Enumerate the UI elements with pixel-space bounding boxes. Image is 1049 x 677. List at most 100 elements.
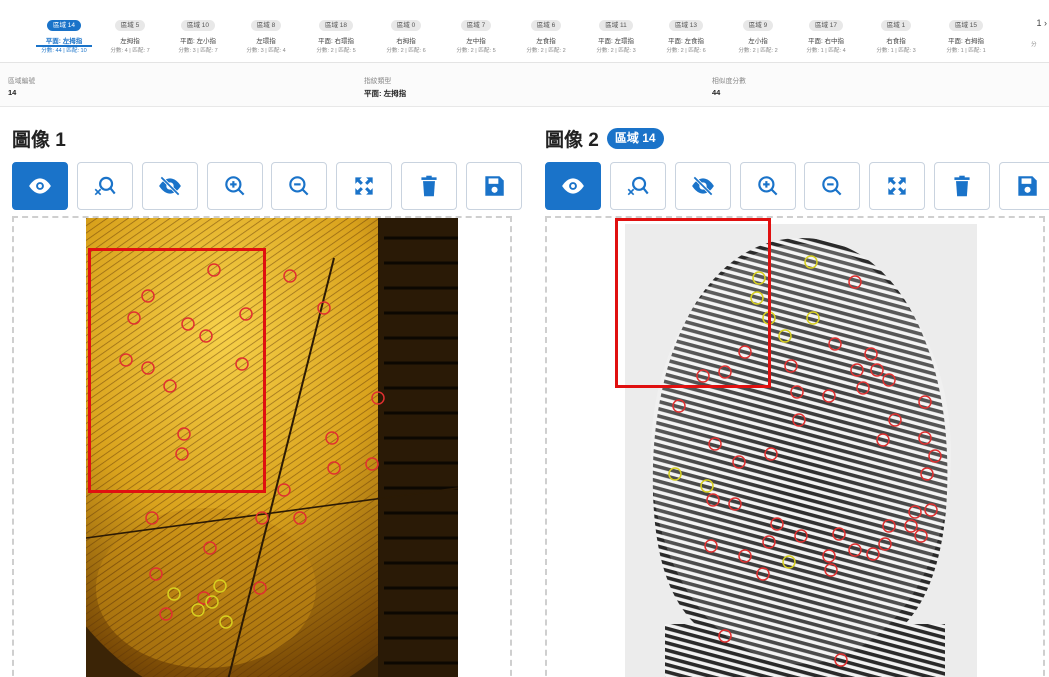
area-tab-type: 平面: 左小指 (179, 38, 217, 45)
area-tab[interactable]: 區域 15 平面: 右拇指 分數: 1 | 匹配: 1 (933, 14, 999, 54)
area-tab-score: 分數: 2 | 匹配: 2 (738, 48, 778, 54)
zoom-in-icon (222, 173, 248, 199)
area-number-field: 區域編號 14 (8, 75, 35, 97)
area-tab-type: 平面: 右中指 (807, 38, 845, 45)
eye-icon (27, 173, 53, 199)
area-tab-type: 平面: 左環指 (597, 38, 635, 45)
image-1-title: 圖像 1 (12, 125, 66, 152)
area-tab[interactable]: 區域 0 右拇指 分數: 2 | 匹配: 6 (373, 14, 439, 54)
fingerprint-type-label: 指紋類型 (364, 78, 392, 85)
fit-screen-icon (351, 173, 377, 199)
area-tab-badge: 區域 5 (114, 20, 146, 31)
area-tab-badge: 區域 10 (180, 20, 216, 31)
eye-button[interactable] (545, 162, 601, 210)
fit-screen-button[interactable] (336, 162, 392, 210)
area-tab-badge: 區域 6 (530, 20, 562, 31)
tab-partial-label: 分 (1031, 42, 1037, 48)
area-tab-score: 分數: 1 | 匹配: 1 (946, 48, 986, 54)
search-clear-icon (92, 173, 118, 199)
image-panel-2: 圖像 2 區域 14 (545, 107, 1049, 677)
save-button[interactable] (999, 162, 1049, 210)
area-tab-type: 左食指 (536, 38, 556, 45)
eye-button[interactable] (12, 162, 68, 210)
zoom-in-button[interactable] (207, 162, 263, 210)
area-tab[interactable]: 區域 18 平面: 右環指 分數: 2 | 匹配: 5 (303, 14, 369, 54)
area-tab-type: 右食指 (886, 38, 906, 45)
fingerprint-type-field: 指紋類型 平面: 左拇指 (364, 75, 406, 99)
save-button[interactable] (466, 162, 522, 210)
area-tab[interactable]: 區域 5 左拇指 分數: 4 | 匹配: 7 (97, 14, 163, 54)
search-clear-button[interactable] (610, 162, 666, 210)
zoom-out-button[interactable] (804, 162, 860, 210)
search-clear-button[interactable] (77, 162, 133, 210)
fit-screen-icon (884, 173, 910, 199)
area-tab-type: 平面: 左食指 (667, 38, 705, 45)
area-tab-score: 分數: 3 | 匹配: 7 (178, 48, 218, 54)
area-tab-badge: 區域 0 (390, 20, 422, 31)
tab-scroll-button[interactable]: 1 › (1036, 18, 1047, 28)
area-tab-badge: 區域 15 (948, 20, 984, 31)
area-tab-score: 分數: 2 | 匹配: 2 (526, 48, 566, 54)
area-tab-badge: 區域 13 (668, 20, 704, 31)
area-tab-type: 左小指 (748, 38, 768, 45)
area-tab-badge: 區域 8 (250, 20, 282, 31)
area-tab-badge: 區域 14 (46, 20, 82, 31)
area-tab[interactable]: 區域 14 平面: 左拇指 分數: 44 | 匹配: 10 (31, 14, 97, 54)
area-tab-type: 左環指 (256, 38, 276, 45)
area-tab-score: 分數: 3 | 匹配: 4 (246, 48, 286, 54)
area-tab-badge: 區域 1 (880, 20, 912, 31)
area-tab[interactable]: 區域 8 左環指分數: 3 | 匹配: 4 (233, 14, 299, 54)
image-2-selection-box[interactable] (615, 218, 771, 388)
area-tab[interactable]: 區域 13 平面: 左食指 分數: 2 | 匹配: 6 (653, 14, 719, 54)
similarity-score-field: 相似度分數 44 (712, 75, 746, 97)
area-tab-type: 平面: 右拇指 (947, 38, 985, 45)
save-icon (1014, 173, 1040, 199)
area-tab[interactable]: 區域 17 平面: 右中指 分數: 1 | 匹配: 4 (793, 14, 859, 54)
active-tab-indicator (36, 45, 92, 47)
save-icon (481, 173, 507, 199)
eye-off-button[interactable] (675, 162, 731, 210)
image-2-area-badge: 區域 14 (606, 128, 664, 149)
eye-icon (560, 173, 586, 199)
image-2-viewer[interactable] (545, 216, 1045, 677)
area-tab-score: 分數: 4 | 匹配: 7 (110, 48, 150, 54)
similarity-score-value: 44 (712, 88, 721, 97)
image-1-title-text: 圖像 1 (12, 130, 66, 151)
fingerprint-type-value: 平面: 左拇指 (364, 89, 407, 98)
area-number-label: 區域編號 (8, 78, 36, 85)
area-tab-score: 分數: 2 | 匹配: 6 (666, 48, 706, 54)
area-tab[interactable]: 區域 6 左食指分數: 2 | 匹配: 2 (513, 14, 579, 54)
fit-screen-button[interactable] (869, 162, 925, 210)
similarity-score-label: 相似度分數 (712, 78, 746, 85)
search-clear-icon (625, 173, 651, 199)
image-2-title-text: 圖像 2 (545, 130, 599, 151)
area-tab-badge: 區域 11 (599, 20, 633, 31)
image-1-viewer[interactable] (12, 216, 512, 677)
area-tab-strip: 區域 14 平面: 左拇指 分數: 44 | 匹配: 10 區域 5 左拇指 分數: 4 … (0, 0, 1049, 62)
area-tab[interactable]: 區域 9 左小指分數: 2 | 匹配: 2 (725, 14, 791, 54)
eye-off-button[interactable] (142, 162, 198, 210)
area-number-value: 14 (8, 88, 17, 97)
area-tab-type: 平面: 左拇指 (45, 38, 83, 45)
zoom-in-icon (755, 173, 781, 199)
area-tab-badge: 區域 7 (460, 20, 492, 31)
zoom-in-button[interactable] (740, 162, 796, 210)
area-tab[interactable]: 區域 7 左中指 分數: 2 | 匹配: 5 (443, 14, 509, 54)
area-tab[interactable]: 區域 10 平面: 左小指 分數: 3 | 匹配: 7 (165, 14, 231, 54)
trash-button[interactable] (934, 162, 990, 210)
area-tab[interactable]: 區域 11 平面: 左環指 分數: 2 | 匹配: 3 (583, 14, 649, 54)
area-tab[interactable]: 區域 1 右食指分數: 1 | 匹配: 3 (863, 14, 929, 54)
image-1-toolbar (12, 162, 532, 210)
area-tab-type: 平面: 右環指 (317, 38, 355, 45)
image-1-selection-box[interactable] (88, 248, 266, 493)
zoom-out-button[interactable] (271, 162, 327, 210)
area-tab-score: 分數: 1 | 匹配: 4 (806, 48, 846, 54)
area-tab-badge: 區域 17 (808, 20, 844, 31)
trash-icon (949, 173, 975, 199)
trash-icon (416, 173, 442, 199)
image-2-title: 圖像 2 區域 14 (545, 125, 664, 152)
area-tab-badge: 區域 9 (742, 20, 774, 31)
trash-button[interactable] (401, 162, 457, 210)
image-panel-1: 圖像 1 (12, 107, 524, 677)
area-tab-score: 分數: 1 | 匹配: 3 (876, 48, 916, 54)
